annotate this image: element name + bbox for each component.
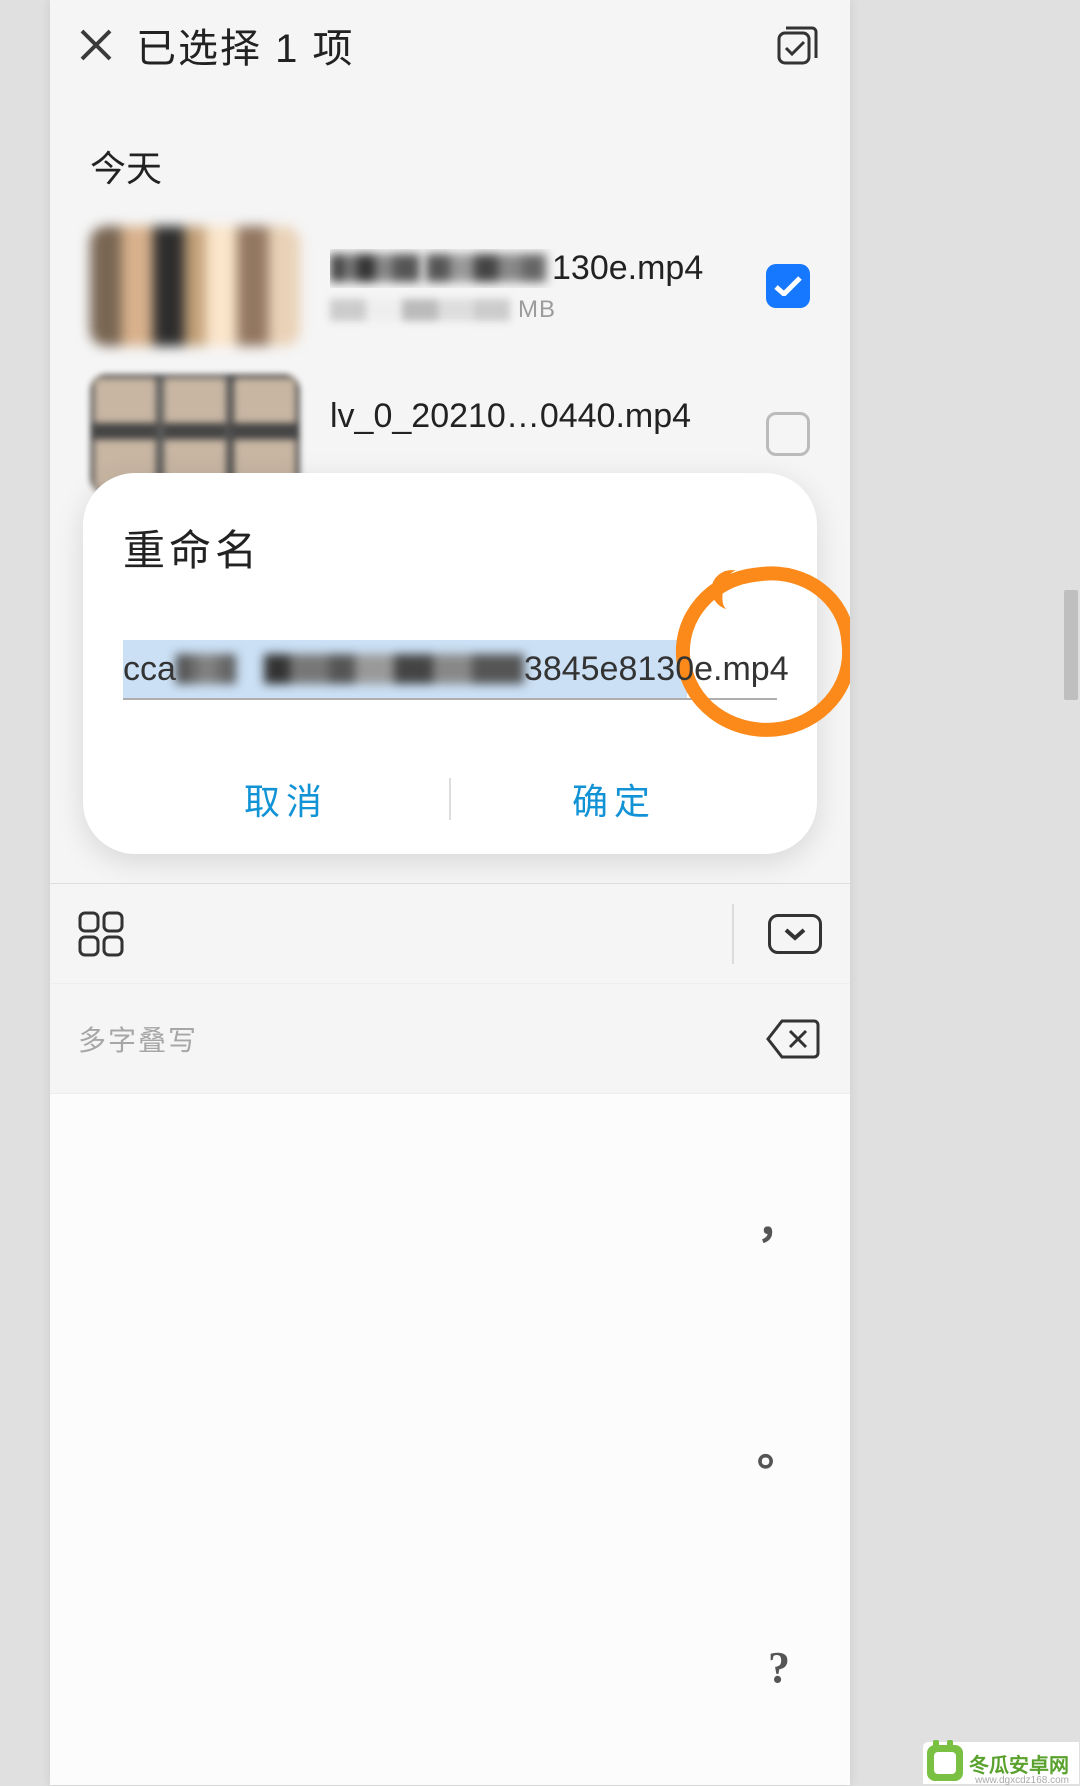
punct-comma[interactable]: ， — [757, 1186, 801, 1250]
rename-dialog: 重命名 cca 3845e8130e .mp4 取消 确定 — [83, 473, 817, 854]
keyboard-candidate-row: 多字叠写 — [50, 983, 850, 1093]
handwriting-area[interactable]: ， 。 ? — [50, 1093, 850, 1785]
punct-period[interactable]: 。 — [757, 1414, 801, 1478]
grid-icon — [78, 911, 124, 957]
backspace-icon — [764, 1017, 822, 1061]
rename-input[interactable]: cca 3845e8130e .mp4 — [123, 640, 777, 700]
collapse-keyboard-button[interactable] — [768, 914, 822, 954]
dialog-button-row: 取消 确定 — [123, 744, 777, 854]
watermark-text: 冬瓜安卓网 — [969, 1749, 1069, 1778]
cancel-button[interactable]: 取消 — [123, 744, 449, 854]
keyboard-toolbar — [50, 883, 850, 983]
punct-question[interactable]: ? — [768, 1642, 790, 1693]
chevron-down-icon — [784, 927, 806, 941]
ime-mode-hint: 多字叠写 — [78, 1019, 198, 1059]
censored-text — [264, 654, 524, 684]
dialog-title: 重命名 — [123, 517, 777, 578]
ok-button[interactable]: 确定 — [451, 744, 777, 854]
toolbar-separator — [732, 904, 734, 964]
watermark: 冬瓜安卓网 www.dgxcdz168.com — [922, 1741, 1080, 1785]
keyboard-menu-button[interactable] — [78, 911, 124, 957]
watermark-url: www.dgxcdz168.com — [975, 1775, 1069, 1786]
watermark-logo-icon — [927, 1745, 963, 1781]
page-scrollbar[interactable] — [1064, 590, 1078, 700]
censored-text — [176, 654, 236, 684]
punctuation-column: ， 。 ? — [754, 1104, 804, 1775]
backspace-button[interactable] — [764, 1017, 822, 1061]
phone-screen: 已选择 1 项 今天 130e.mp4 MB — [50, 0, 850, 1785]
ime-keyboard: 多字叠写 ， 。 ? — [50, 883, 850, 1785]
